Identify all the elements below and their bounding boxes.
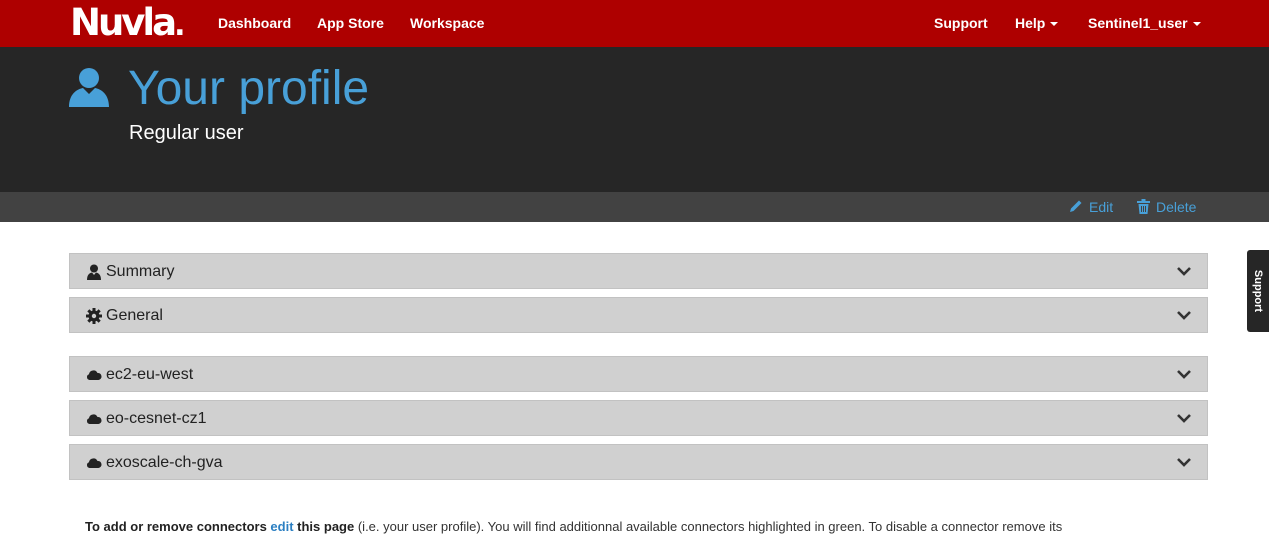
caret-down-icon (1050, 22, 1059, 27)
nav-support[interactable]: Support (934, 0, 988, 47)
user-icon (69, 68, 109, 107)
panel-label: eo-cesnet-cz1 (106, 410, 207, 427)
cloud-icon (86, 458, 102, 468)
edit-label: Edit (1089, 199, 1114, 215)
panel-label: exoscale-ch-gva (106, 454, 223, 471)
nav-workspace[interactable]: Workspace (410, 0, 484, 47)
info-text-rest: (i.e. your user profile). You will find … (354, 519, 1063, 534)
info-text-bold: To add or remove connectors (85, 519, 271, 534)
chevron-down-icon (1177, 370, 1191, 379)
info-text-bold-2: this page (293, 519, 355, 534)
delete-label: Delete (1156, 199, 1197, 215)
caret-down-icon (1192, 22, 1201, 27)
panel-label: Summary (106, 263, 175, 280)
panel-label: General (106, 307, 163, 324)
nav-help-dropdown[interactable]: Help (1015, 0, 1059, 47)
trash-icon (1137, 198, 1150, 214)
page-subtitle: Regular user (129, 122, 244, 144)
delete-button[interactable]: Delete (1137, 192, 1196, 222)
support-tab-label: Support (1252, 269, 1264, 313)
page-title: Your profile (128, 62, 370, 115)
nav-dashboard[interactable]: Dashboard (218, 0, 291, 47)
gear-icon (86, 308, 102, 324)
chevron-down-icon (1177, 311, 1191, 320)
top-navbar: Nuvla. Dashboard App Store Workspace Sup… (0, 0, 1269, 47)
panel-ec2-eu-west[interactable]: ec2-eu-west (69, 356, 1208, 392)
panel-summary[interactable]: Summary (69, 253, 1208, 289)
action-bar: Edit Delete (0, 192, 1269, 222)
connectors-info-text: To add or remove connectors edit this pa… (85, 518, 1062, 536)
panel-eo-cesnet-cz1[interactable]: eo-cesnet-cz1 (69, 400, 1208, 436)
page-header: Your profile Regular user (0, 47, 1269, 192)
support-side-tab[interactable]: Support (1247, 250, 1269, 332)
panel-label: ec2-eu-west (106, 366, 194, 383)
nav-help-label: Help (1015, 15, 1046, 31)
nav-app-store[interactable]: App Store (317, 0, 384, 47)
cloud-icon (86, 370, 102, 380)
pencil-icon (1070, 200, 1082, 213)
cloud-icon (86, 414, 102, 424)
nuvla-logo[interactable]: Nuvla. (70, 3, 185, 44)
edit-button[interactable]: Edit (1069, 192, 1113, 222)
nav-user-dropdown[interactable]: Sentinel1_user (1088, 0, 1201, 47)
chevron-down-icon (1177, 458, 1191, 467)
chevron-down-icon (1177, 267, 1191, 276)
panel-general[interactable]: General (69, 297, 1208, 333)
chevron-down-icon (1177, 414, 1191, 423)
edit-profile-link[interactable]: edit (270, 519, 293, 534)
panel-exoscale-ch-gva[interactable]: exoscale-ch-gva (69, 444, 1208, 480)
user-icon (87, 264, 101, 280)
nav-user-label: Sentinel1_user (1088, 15, 1188, 31)
